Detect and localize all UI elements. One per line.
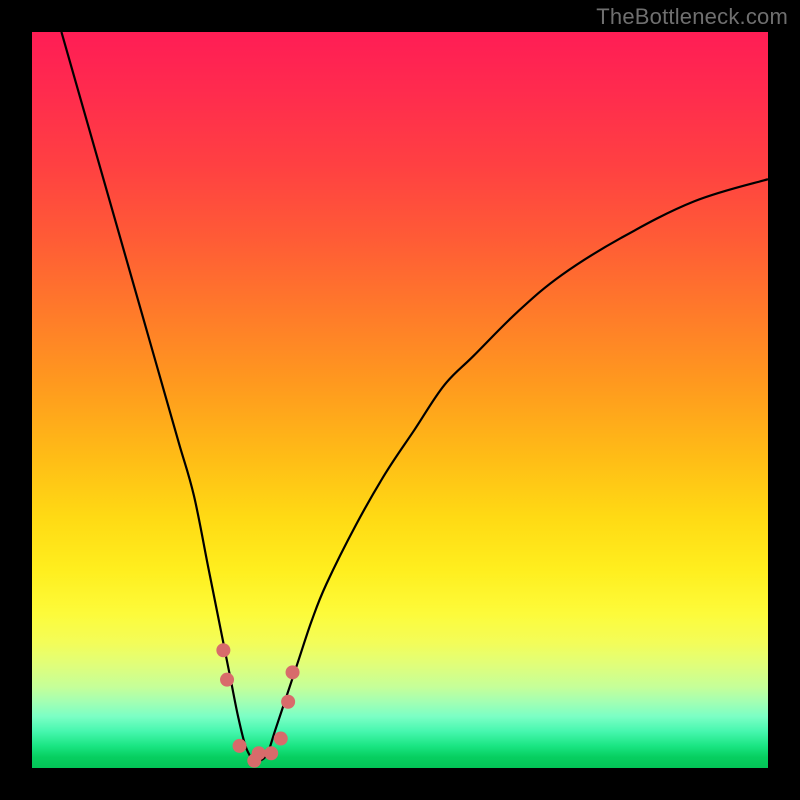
data-point <box>220 673 234 687</box>
plot-area <box>32 32 768 768</box>
data-point <box>252 746 266 760</box>
watermark-text: TheBottleneck.com <box>596 4 788 30</box>
chart-container: TheBottleneck.com <box>0 0 800 800</box>
data-point <box>286 665 300 679</box>
data-point <box>274 732 288 746</box>
data-point <box>216 643 230 657</box>
bottleneck-curve-right <box>253 179 768 761</box>
data-point <box>233 739 247 753</box>
data-point-cluster <box>216 643 299 767</box>
curve-svg <box>32 32 768 768</box>
data-point <box>264 746 278 760</box>
data-point <box>281 695 295 709</box>
